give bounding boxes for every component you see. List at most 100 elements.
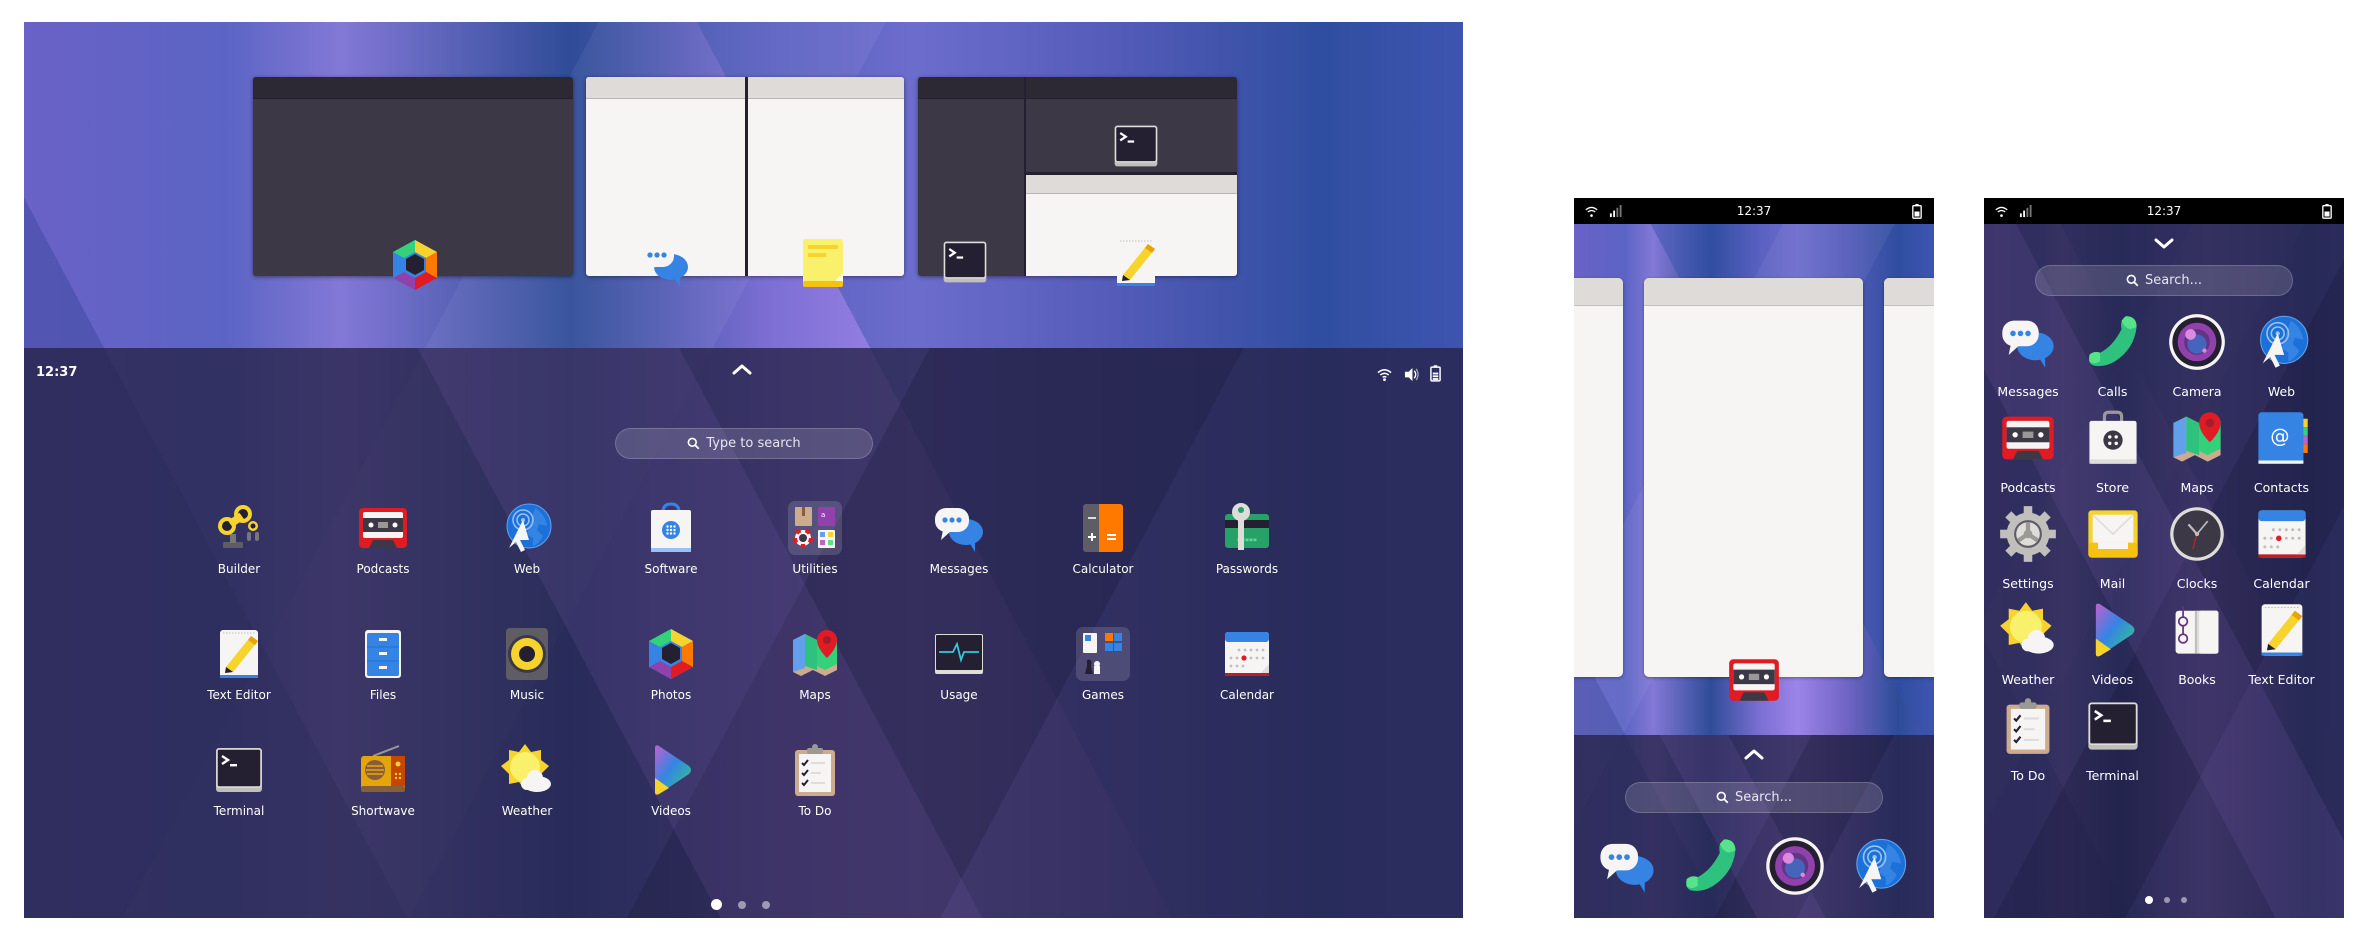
app-podcasts[interactable]: Podcasts xyxy=(323,500,443,576)
app-passwords[interactable]: Passwords xyxy=(1187,500,1307,576)
contacts-icon xyxy=(2252,408,2312,468)
phone-overview-screen: 12:37 Search... xyxy=(1574,198,1934,918)
app-label: Calls xyxy=(2097,384,2128,399)
app-label: Usage xyxy=(940,688,978,702)
app-software[interactable]: Software xyxy=(611,500,731,576)
web-icon xyxy=(499,500,555,556)
search-input[interactable]: Type to search xyxy=(615,428,873,459)
app-videos[interactable]: Videos xyxy=(2071,600,2155,687)
text-editor-icon xyxy=(211,626,267,682)
window-header xyxy=(1026,77,1237,99)
app-podcasts[interactable]: Podcasts xyxy=(1986,408,2070,495)
calls-icon[interactable] xyxy=(1680,835,1742,897)
app-text-editor[interactable]: Text Editor xyxy=(2240,600,2324,687)
app-calls[interactable]: Calls xyxy=(2071,312,2155,399)
status-time: 12:37 xyxy=(1736,204,1772,218)
app-settings[interactable]: Settings xyxy=(1986,504,2070,591)
app-messages[interactable]: Messages xyxy=(899,500,1019,576)
camera-icon[interactable] xyxy=(1764,835,1826,897)
app-label: To Do xyxy=(2010,768,2046,783)
app-builder[interactable]: Builder xyxy=(179,500,299,576)
status-bar: 12:37 xyxy=(1984,198,2344,224)
app-store[interactable]: Store xyxy=(2071,408,2155,495)
page-dot-3[interactable] xyxy=(2181,897,2187,903)
podcasts-icon xyxy=(355,500,411,556)
web-icon[interactable] xyxy=(1848,835,1910,897)
app-utilities[interactable]: Utilities xyxy=(755,500,875,576)
app-label: Weather xyxy=(2001,672,2055,687)
app-label: Podcasts xyxy=(356,562,410,576)
page-dot-2[interactable] xyxy=(2164,897,2170,903)
app-text-editor[interactable]: Text Editor xyxy=(179,626,299,702)
app-clocks[interactable]: Clocks xyxy=(2155,504,2239,591)
weather-icon xyxy=(1998,600,2058,660)
app-photos[interactable]: Photos xyxy=(611,626,731,702)
window-header xyxy=(1026,175,1237,194)
messages-icon xyxy=(1998,312,2058,372)
app-camera[interactable]: Camera xyxy=(2155,312,2239,399)
page-dot-1[interactable] xyxy=(2145,896,2153,904)
app-label: Web xyxy=(2267,384,2296,399)
app-music[interactable]: Music xyxy=(467,626,587,702)
app-calculator[interactable]: Calculator xyxy=(1043,500,1163,576)
usage-icon xyxy=(931,626,987,682)
search-placeholder: Search... xyxy=(2144,273,2203,288)
messages-icon[interactable] xyxy=(1596,835,1658,897)
app-maps[interactable]: Maps xyxy=(2155,408,2239,495)
clocks-icon xyxy=(2167,504,2227,564)
window-card-right[interactable] xyxy=(1884,278,1934,677)
search-input[interactable]: Search... xyxy=(1625,782,1883,813)
app-shortwave[interactable]: Shortwave xyxy=(323,742,443,818)
page-dot-3[interactable] xyxy=(762,900,770,909)
page-dot-1[interactable] xyxy=(711,899,722,910)
app-label: To Do xyxy=(798,804,832,818)
phone-apps-screen: 12:37 Search... Messages Calls Camera Web Po… xyxy=(1984,198,2344,918)
app-label: Videos xyxy=(651,804,691,818)
app-maps[interactable]: Maps xyxy=(755,626,875,702)
app-web[interactable]: Web xyxy=(2240,312,2324,399)
app-weather[interactable]: Weather xyxy=(467,742,587,818)
store-icon xyxy=(2083,408,2143,468)
app-label: Terminal xyxy=(2086,768,2139,783)
app-to-do[interactable]: To Do xyxy=(1986,696,2070,783)
text-editor-icon xyxy=(2252,600,2312,660)
battery-icon xyxy=(1430,365,1441,382)
app-games[interactable]: Games xyxy=(1043,626,1163,702)
app-terminal[interactable]: Terminal xyxy=(179,742,299,818)
app-label: Podcasts xyxy=(2000,480,2056,495)
chevron-down-icon[interactable] xyxy=(2153,236,2175,250)
window-card-podcasts[interactable] xyxy=(1644,278,1863,677)
app-files[interactable]: Files xyxy=(323,626,443,702)
app-books[interactable]: Books xyxy=(2155,600,2239,687)
app-to-do[interactable]: To Do xyxy=(755,742,875,818)
page-dot-2[interactable] xyxy=(738,900,746,909)
videos-icon xyxy=(643,742,699,798)
app-label: Text Editor xyxy=(2248,672,2315,687)
page-indicator xyxy=(711,899,770,910)
app-terminal[interactable]: Terminal xyxy=(2071,696,2155,783)
app-videos[interactable]: Videos xyxy=(611,742,731,818)
app-label: Messages xyxy=(1997,384,2059,399)
app-label: Terminal xyxy=(213,804,265,818)
search-input[interactable]: Search... xyxy=(2035,265,2293,296)
chevron-up-icon[interactable] xyxy=(1743,747,1765,761)
app-messages[interactable]: Messages xyxy=(1986,312,2070,399)
window-card-left[interactable] xyxy=(1574,278,1623,677)
app-calendar[interactable]: Calendar xyxy=(1187,626,1307,702)
app-contacts[interactable]: Contacts xyxy=(2240,408,2324,495)
search-icon xyxy=(1716,791,1729,804)
app-mail[interactable]: Mail xyxy=(2071,504,2155,591)
todo-icon xyxy=(1998,696,2058,756)
app-calendar[interactable]: Calendar xyxy=(2240,504,2324,591)
overview-window-messages-notes[interactable] xyxy=(586,77,904,276)
app-label: Files xyxy=(369,688,397,702)
maps-icon xyxy=(787,626,843,682)
window-header xyxy=(586,77,745,99)
app-weather[interactable]: Weather xyxy=(1986,600,2070,687)
app-label: Mail xyxy=(2099,576,2126,591)
chevron-up-icon[interactable] xyxy=(731,362,753,376)
app-web[interactable]: Web xyxy=(467,500,587,576)
overview-area: Search... xyxy=(1574,224,1934,918)
settings-icon xyxy=(1998,504,2058,564)
app-usage[interactable]: Usage xyxy=(899,626,1019,702)
